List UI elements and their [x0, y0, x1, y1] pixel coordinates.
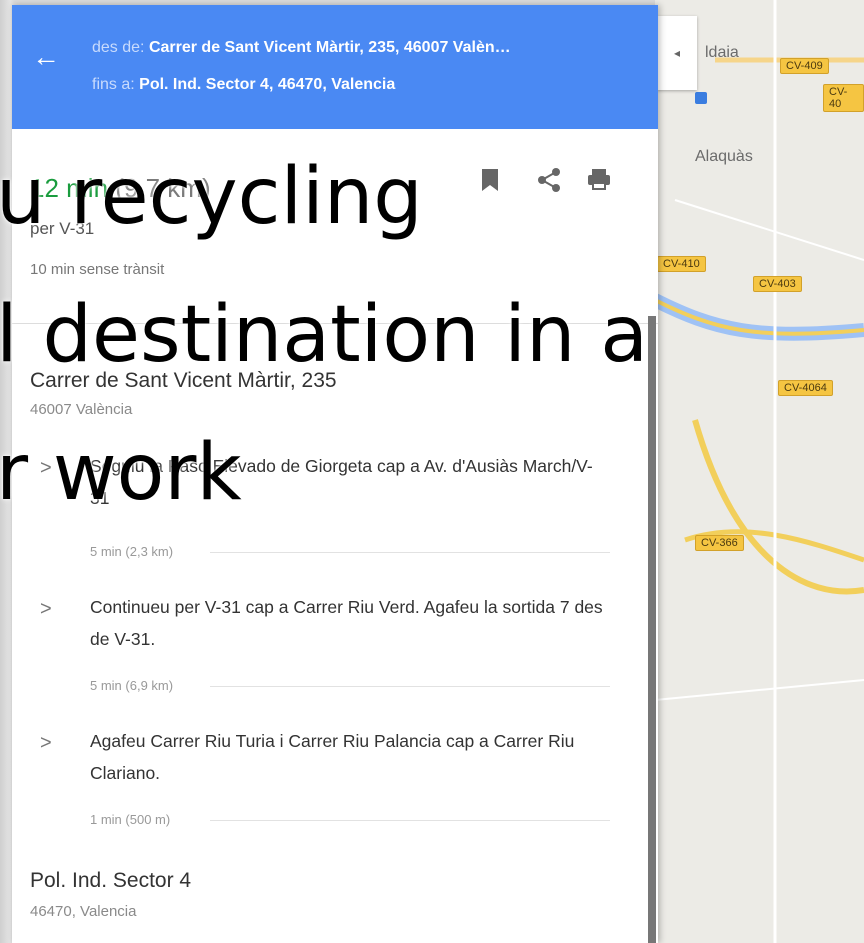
- print-icon[interactable]: [586, 167, 612, 200]
- back-arrow-icon[interactable]: ←: [32, 43, 60, 71]
- route-distance: (9,7 km): [115, 173, 211, 203]
- road-shield: CV-410: [657, 256, 706, 272]
- map-roads: [655, 0, 864, 943]
- route-time: 12 min (9,7 km): [30, 173, 211, 204]
- road-shield: CV-40: [823, 84, 864, 112]
- origin-place-sub: 46007 València: [30, 401, 133, 418]
- step-divider: [210, 552, 610, 553]
- bookmark-icon[interactable]: [480, 167, 500, 200]
- road-shield: CV-403: [753, 276, 802, 292]
- chevron-right-icon[interactable]: >: [40, 457, 52, 480]
- road-shield: CV-4064: [778, 380, 833, 396]
- collapse-panel-button[interactable]: ◂: [657, 16, 697, 90]
- share-icon[interactable]: [536, 167, 562, 200]
- destination-field[interactable]: fins a: Pol. Ind. Sector 4, 46470, Valen…: [92, 76, 395, 94]
- destination-label: fins a:: [92, 76, 135, 93]
- destination-place-name: Pol. Ind. Sector 4: [30, 869, 192, 892]
- map-town-label: ldaia: [705, 44, 739, 61]
- map-view[interactable]: ldaia Alaquàs CV-409 CV-40 CV-410 CV-403…: [655, 0, 864, 943]
- chevron-right-icon[interactable]: >: [40, 598, 52, 621]
- origin-value: Carrer de Sant Vicent Màrtir, 235, 46007…: [148, 39, 511, 56]
- destination-place-sub: 46470, Valencia: [30, 903, 137, 920]
- route-no-traffic-time: 10 min sense trànsit: [30, 261, 165, 278]
- origin-field[interactable]: des de: Carrer de Sant Vicent Màrtir, 23…: [92, 39, 511, 57]
- step-instruction[interactable]: Agafeu Carrer Riu Turia i Carrer Riu Pal…: [90, 725, 610, 789]
- chevron-right-icon[interactable]: >: [40, 732, 52, 755]
- summary-divider: [12, 323, 658, 324]
- road-shield: CV-409: [780, 58, 829, 74]
- directions-panel: ← des de: Carrer de Sant Vicent Màrtir, …: [12, 5, 658, 943]
- step-duration: 5 min (2,3 km): [90, 544, 174, 559]
- transit-icon: [695, 92, 707, 104]
- step-instruction[interactable]: Continueu per V-31 cap a Carrer Riu Verd…: [90, 591, 610, 655]
- origin-label: des de:: [92, 39, 145, 56]
- route-summary: 12 min (9,7 km) per V-31 10 min sense tr…: [12, 129, 658, 321]
- directions-header: ← des de: Carrer de Sant Vicent Màrtir, …: [12, 5, 658, 129]
- route-duration: 12 min: [30, 173, 109, 203]
- step-divider: [210, 820, 610, 821]
- step-divider: [210, 686, 610, 687]
- destination-value: Pol. Ind. Sector 4, 46470, Valencia: [139, 76, 396, 93]
- chevron-left-icon: ◂: [673, 46, 681, 60]
- road-shield: CV-366: [695, 535, 744, 551]
- panel-scrollbar[interactable]: [648, 316, 656, 943]
- origin-place-name: Carrer de Sant Vicent Màrtir, 235: [30, 369, 337, 392]
- step-duration: 5 min (6,9 km): [90, 678, 174, 693]
- map-town-label: Alaquàs: [695, 148, 753, 165]
- step-instruction[interactable]: Seguiu la Paso Elevado de Giorgeta cap a…: [90, 450, 610, 514]
- route-via: per V-31: [30, 219, 95, 238]
- step-duration: 1 min (500 m): [90, 812, 171, 827]
